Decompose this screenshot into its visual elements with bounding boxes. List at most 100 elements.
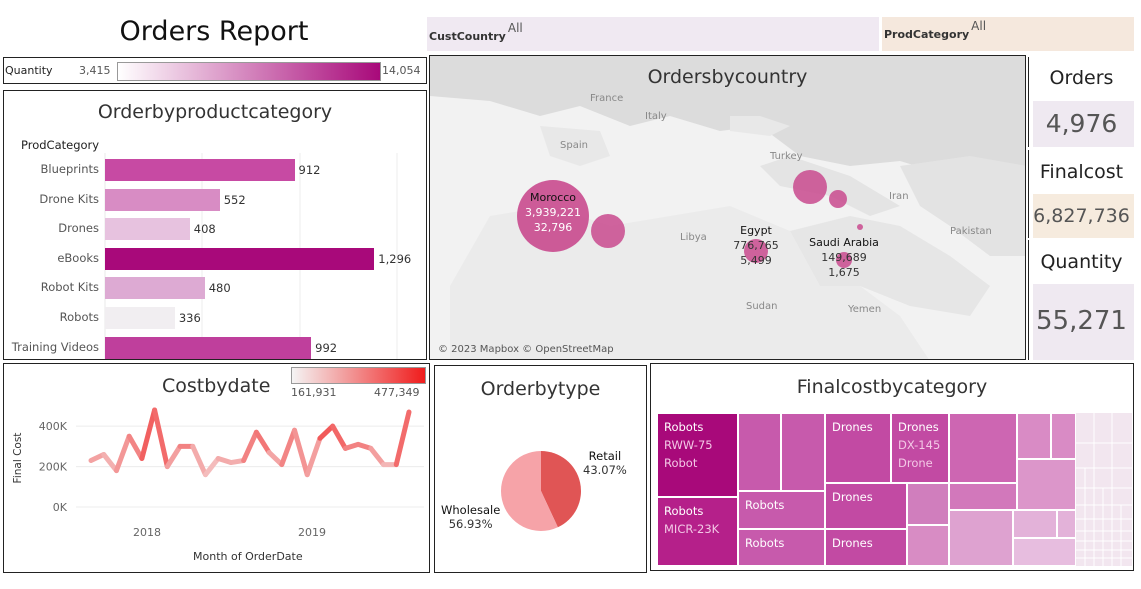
treemap-drones-c[interactable]: Drones xyxy=(825,529,907,566)
category-bar-value: 992 xyxy=(315,340,338,355)
cost-y-tick: 400K xyxy=(39,420,68,433)
cost-line-segment[interactable] xyxy=(164,443,183,470)
map-label-egypt-qty: 5,499 xyxy=(740,254,772,267)
map-label-egypt-country: Egypt xyxy=(740,224,772,237)
treemap-robots-b[interactable]: Robots xyxy=(738,529,825,566)
kpi-finalcost-value: 6,827,736 xyxy=(1033,205,1130,227)
cost-x-tick: 2019 xyxy=(298,526,326,539)
quantity-legend-max: 14,054 xyxy=(382,64,421,77)
treemap-small-tiles[interactable] xyxy=(1076,413,1132,566)
pie-label-retail: Retail 43.07% xyxy=(583,449,627,477)
kpi-orders-value: 4,976 xyxy=(1045,109,1118,138)
cost-line-segment[interactable] xyxy=(253,429,272,455)
category-bar[interactable] xyxy=(105,159,295,181)
cost-line-segment[interactable] xyxy=(126,433,145,461)
category-bar-value: 1,296 xyxy=(378,251,412,266)
treemap-robots-rww-line2: RWW-75 xyxy=(664,438,713,452)
treemap-other-tile4[interactable] xyxy=(1051,413,1076,459)
cost-line-segment[interactable] xyxy=(139,407,158,461)
kpi-quantity-title: Quantity xyxy=(1040,251,1123,273)
category-bar-value: 336 xyxy=(178,311,201,325)
marker-iraq[interactable] xyxy=(857,224,863,230)
treemap-drones-tile1[interactable] xyxy=(907,483,949,525)
treemap-other-tile7[interactable] xyxy=(1013,510,1057,538)
category-bar[interactable] xyxy=(105,188,220,211)
map-panel: France Italy Spain Turkey Iran Libya Pak… xyxy=(429,55,1026,360)
cost-line-segment[interactable] xyxy=(113,433,132,474)
map-label-saudi-qty: 1,675 xyxy=(828,266,860,279)
map-label-morocco-qty: 32,796 xyxy=(533,221,573,234)
filter-cust-country-label: CustCountry xyxy=(429,30,506,43)
treemap-other-tile2[interactable] xyxy=(949,483,1017,510)
treemap-drones-dx[interactable]: Drones DX-145 Drone xyxy=(891,413,949,483)
category-bar[interactable] xyxy=(105,336,312,359)
cost-line-segment[interactable] xyxy=(304,435,323,478)
map-label-morocco-cost: 3,939,221 xyxy=(525,206,581,219)
filter-cust-country-value: All xyxy=(507,21,523,35)
treemap-robots-a-label: Robots xyxy=(745,498,785,512)
page-title: Orders Report xyxy=(119,16,309,47)
treemap-other-tile8[interactable] xyxy=(1057,510,1076,538)
treemap-robots-micr-line1: Robots xyxy=(664,504,704,518)
filter-prod-category[interactable]: ProdCategoryAll xyxy=(882,17,1134,51)
cost-line-segment[interactable] xyxy=(101,451,119,474)
category-label: Robot Kits xyxy=(40,280,99,295)
cost-line-segment[interactable] xyxy=(330,423,348,451)
quantity-legend-min: 3,415 xyxy=(79,64,111,77)
cost-line-segment[interactable] xyxy=(190,443,208,478)
category-label: Robots xyxy=(59,310,99,324)
kpi-finalcost: Finalcost 6,827,736 xyxy=(1028,150,1134,238)
treemap-drones-dx-line1: Drones xyxy=(898,420,939,434)
quantity-legend-label: Quantity xyxy=(5,64,53,77)
cost-line-segment[interactable] xyxy=(152,407,170,470)
cost-y-tick: 0K xyxy=(53,501,68,514)
treemap-robots-a[interactable]: Robots xyxy=(738,491,825,529)
treemap-robots-rww-line1: Robots xyxy=(664,420,704,434)
filter-prod-category-value: All xyxy=(971,19,987,33)
pie-label-wholesale-name: Wholesale xyxy=(441,503,501,517)
category-bar[interactable] xyxy=(105,218,190,241)
map-label-egypt: Egypt 776,765 5,499 xyxy=(726,223,786,268)
category-bar-value: 552 xyxy=(223,192,246,207)
treemap-robots-rww[interactable]: Robots RWW-75 Robot xyxy=(657,413,738,497)
category-label: eBooks xyxy=(57,250,99,265)
cost-line-chart: 0K 200K 400K 2018 2019 xyxy=(39,407,424,539)
marker-syria[interactable] xyxy=(829,190,847,208)
marker-algeria[interactable] xyxy=(591,214,625,248)
treemap-drones-tile2[interactable] xyxy=(907,525,949,566)
treemap-robots-tile2[interactable] xyxy=(781,413,825,491)
map-label-saudi-country: Saudi Arabia xyxy=(809,236,879,249)
cost-line-segment[interactable] xyxy=(279,427,298,468)
treemap-other-tile1[interactable] xyxy=(949,413,1017,483)
cost-line-segment[interactable] xyxy=(241,429,259,464)
treemap-other-tile5[interactable] xyxy=(1017,459,1076,510)
category-bar[interactable] xyxy=(105,277,205,300)
category-bar-value: 480 xyxy=(208,281,231,296)
marker-turkey[interactable] xyxy=(793,170,827,204)
treemap-drones-dx-line2: DX-145 xyxy=(898,438,941,452)
cost-line-segment[interactable] xyxy=(317,423,336,441)
treemap-other-tile9[interactable] xyxy=(1013,538,1076,566)
category-label: Drone Kits xyxy=(39,191,99,206)
cost-line-segment[interactable] xyxy=(368,445,387,468)
filter-cust-country[interactable]: CustCountryAll xyxy=(427,17,879,51)
cost-y-tick: 200K xyxy=(39,461,68,474)
treemap-other-tile3[interactable] xyxy=(1017,413,1051,459)
category-label: Drones xyxy=(58,221,99,236)
treemap-robots-rww-line3: Robot xyxy=(664,456,698,470)
cost-line-segment[interactable] xyxy=(393,409,412,468)
treemap-drones-b[interactable]: Drones xyxy=(825,483,907,529)
kpi-quantity: Quantity 55,271 xyxy=(1028,240,1134,360)
map-label-morocco-country: Morocco xyxy=(529,191,577,204)
cost-line-segment[interactable] xyxy=(292,427,310,478)
treemap-robots-micr[interactable]: Robots MICR-23K xyxy=(657,497,738,566)
treemap-robots-tile1[interactable] xyxy=(738,413,781,491)
treemap-drones-a[interactable]: Drones xyxy=(825,413,891,483)
category-bar[interactable] xyxy=(105,247,375,270)
map-label-morocco: Morocco 3,939,221 32,796 xyxy=(518,190,588,235)
pie-label-retail-name: Retail xyxy=(588,449,622,463)
cost-y-axis-label: Final Cost xyxy=(12,432,24,484)
cost-x-axis-label: Month of OrderDate xyxy=(193,550,303,563)
treemap-other-tile6[interactable] xyxy=(949,510,1013,566)
category-bar[interactable] xyxy=(105,307,175,329)
